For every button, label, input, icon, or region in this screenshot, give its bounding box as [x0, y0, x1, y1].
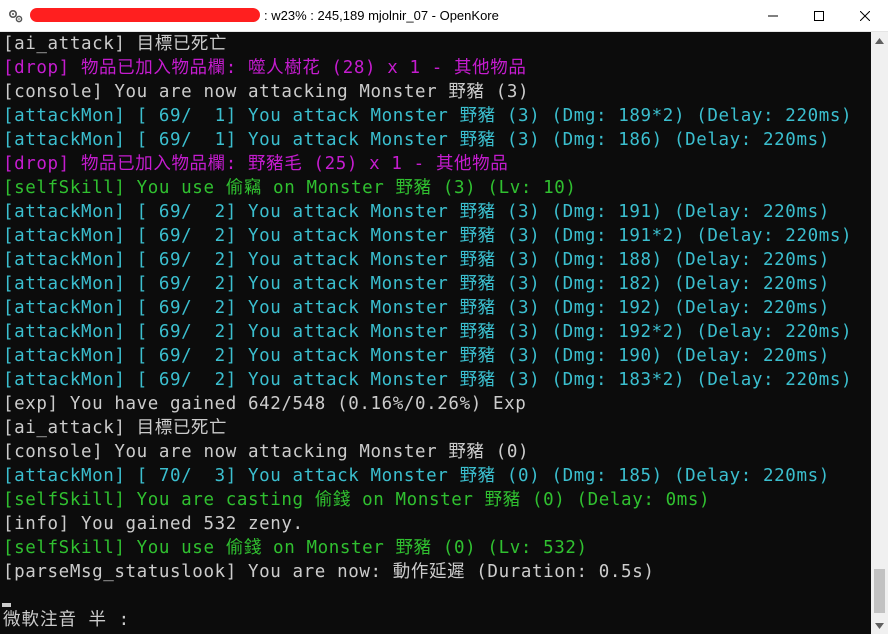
- log-line: [attackMon] [ 69/ 1] You attack Monster …: [3, 106, 853, 126]
- gears-icon[interactable]: [8, 8, 24, 24]
- log-line: [drop] 物品已加入物品欄: 野豬毛 (25) x 1 - 其他物品: [3, 154, 509, 174]
- window-title-text: : w23% : 245,189 mjolnir_07 - OpenKore: [264, 8, 499, 23]
- ime-status: 微軟注音 半 :: [3, 610, 131, 630]
- log-line: [attackMon] [ 69/ 2] You attack Monster …: [3, 250, 830, 270]
- maximize-button[interactable]: [796, 0, 842, 32]
- log-line: [attackMon] [ 69/ 2] You attack Monster …: [3, 346, 830, 366]
- log-line: [console] You are now attacking Monster …: [3, 82, 530, 102]
- window-title: : w23% : 245,189 mjolnir_07 - OpenKore: [30, 8, 499, 24]
- close-icon: [860, 11, 870, 21]
- minimize-icon: [768, 15, 778, 17]
- log-line: [info] You gained 532 zeny.: [3, 514, 304, 534]
- log-line: [exp] You have gained 642/548 (0.16%/0.2…: [3, 394, 527, 414]
- console-output[interactable]: 微軟注音 半 : [ai_attack] 目標已死亡 [drop] 物品已加入物品…: [0, 32, 871, 634]
- log-line: [attackMon] [ 70/ 3] You attack Monster …: [3, 466, 830, 486]
- log-line: [attackMon] [ 69/ 2] You attack Monster …: [3, 226, 853, 246]
- scroll-thumb[interactable]: [874, 569, 885, 613]
- log-line: [attackMon] [ 69/ 2] You attack Monster …: [3, 202, 830, 222]
- log-line: [selfSkill] You use 偷錢 on Monster 野豬 (0)…: [3, 538, 588, 558]
- text-cursor: [2, 603, 11, 607]
- scroll-down-button[interactable]: [871, 617, 888, 634]
- scroll-up-button[interactable]: [871, 32, 888, 49]
- arrow-down-icon: [875, 622, 884, 629]
- log-line: [parseMsg_statuslook] You are now: 動作延遲 …: [3, 562, 655, 582]
- close-button[interactable]: [842, 0, 888, 32]
- minimize-button[interactable]: [750, 0, 796, 32]
- log-line: [selfSkill] You use 偷竊 on Monster 野豬 (3)…: [3, 178, 577, 198]
- log-line: [attackMon] [ 69/ 1] You attack Monster …: [3, 130, 830, 150]
- log-line: [ai_attack] 目標已死亡: [3, 34, 228, 54]
- vertical-scrollbar[interactable]: [871, 32, 888, 634]
- log-line: [attackMon] [ 69/ 2] You attack Monster …: [3, 298, 830, 318]
- maximize-icon: [814, 11, 824, 21]
- log-line: [attackMon] [ 69/ 2] You attack Monster …: [3, 370, 853, 390]
- log-line: [attackMon] [ 69/ 2] You attack Monster …: [3, 322, 853, 342]
- log-line: [attackMon] [ 69/ 2] You attack Monster …: [3, 274, 830, 294]
- arrow-up-icon: [875, 37, 884, 44]
- log-line: [console] You are now attacking Monster …: [3, 442, 530, 462]
- title-bar[interactable]: : w23% : 245,189 mjolnir_07 - OpenKore: [0, 0, 888, 32]
- redaction-mark: [30, 8, 260, 22]
- log-line: [selfSkill] You are casting 偷錢 on Monste…: [3, 490, 711, 510]
- log-line: [drop] 物品已加入物品欄: 噬人樹花 (28) x 1 - 其他物品: [3, 58, 527, 78]
- log-line: [ai_attack] 目標已死亡: [3, 418, 228, 438]
